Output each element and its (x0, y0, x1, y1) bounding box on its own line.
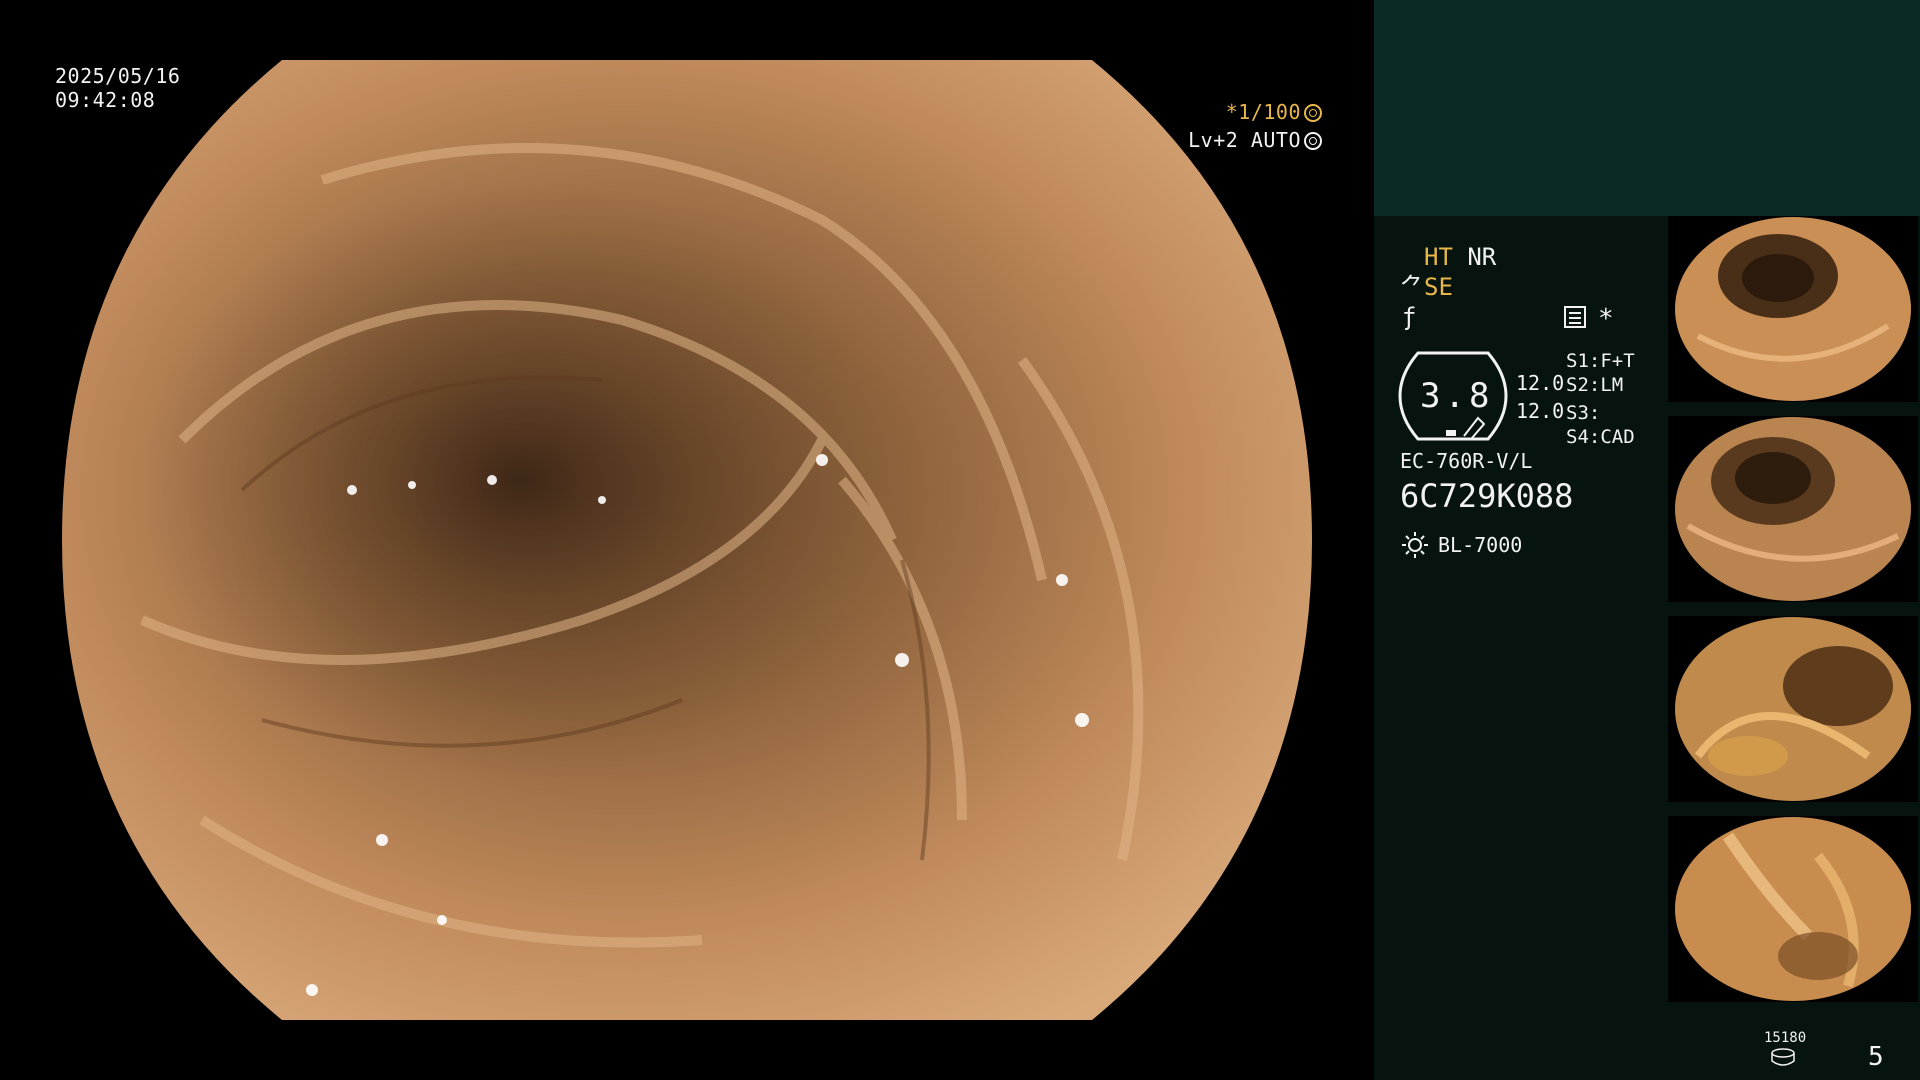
thumbnail-image (1675, 617, 1911, 801)
switch-s1: S1:F+T (1566, 348, 1635, 374)
auto-iris-icon (1304, 132, 1322, 150)
scope-model: EC-760R-V/L (1400, 449, 1533, 473)
thumbnail-image (1675, 817, 1911, 1001)
light-source-icon (1402, 532, 1428, 558)
captured-thumbnail[interactable] (1668, 816, 1918, 1002)
scope-serial: 6C729K088 (1400, 477, 1574, 515)
shutter-text: *1/100 (1225, 100, 1301, 124)
asterisk-indicator: * (1598, 304, 1614, 334)
switch-key: S1: (1566, 350, 1601, 372)
switch-value: F+T (1600, 350, 1635, 372)
structure-enhance-icon: ⺈ (1400, 273, 1424, 301)
color-enhance-icon: ƒ (1402, 303, 1417, 331)
shutter-readout: *1/100 (1226, 100, 1322, 124)
time-text: 09:42:08 (55, 88, 156, 112)
page-number: 5 (1868, 1042, 1884, 1072)
thumbnail-image (1675, 417, 1911, 601)
switch-s2: S2:LM (1566, 372, 1623, 398)
switch-s4: S4:CAD (1566, 424, 1635, 450)
switch-s3: S3: (1566, 400, 1600, 426)
menu-icon (1564, 306, 1586, 328)
switch-key: S2: (1566, 374, 1601, 396)
switch-key: S4: (1566, 426, 1601, 448)
capture-count: 15180 (1764, 1030, 1807, 1046)
panel-header-area (1374, 0, 1920, 216)
value-line-1: 12.0 (1516, 371, 1565, 395)
ht-nr-indicator: HT NR (1424, 244, 1496, 270)
light-source-label: BL-7000 (1438, 533, 1523, 557)
value-line-2: 12.0 (1516, 399, 1565, 423)
ht-label: HT (1424, 243, 1453, 271)
thumbnail-image (1675, 217, 1911, 401)
endoscope-main-view: 2025/05/16 09:42:08 *1/100 Lv+2 AUTO (0, 0, 1374, 1080)
se-label: SE (1424, 273, 1453, 301)
switch-value: LM (1600, 374, 1624, 396)
nr-label: NR (1467, 243, 1497, 271)
se-indicator: ⺈SE (1400, 274, 1453, 300)
mode-text: Lv+2 AUTO (1188, 128, 1301, 152)
gauge-value: 3.8 (1420, 376, 1494, 416)
datetime-readout: 2025/05/16 09:42:08 (55, 64, 180, 112)
switch-key: S3: (1566, 402, 1601, 424)
endoscopic-image (62, 60, 1312, 1020)
shutter-icon (1304, 104, 1322, 122)
captured-thumbnail[interactable] (1668, 216, 1918, 402)
captured-thumbnail[interactable] (1668, 616, 1918, 802)
switch-value: CAD (1600, 426, 1635, 448)
captured-thumbnail[interactable] (1668, 416, 1918, 602)
iris-mode-readout: Lv+2 AUTO (1188, 128, 1322, 152)
disk-icon (1771, 1048, 1795, 1066)
date-text: 2025/05/16 (55, 64, 181, 88)
